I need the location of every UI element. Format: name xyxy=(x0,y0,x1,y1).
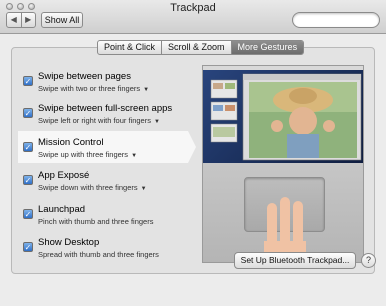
gesture-description: Swipe with two or three fingers xyxy=(38,84,141,93)
toolbar: Trackpad ◀ ▶ Show All xyxy=(0,0,386,34)
gesture-title: App Exposé xyxy=(38,170,90,181)
chevron-down-icon[interactable]: ▼ xyxy=(141,186,147,192)
gesture-description-menu[interactable]: Swipe with two or three fingers ▼ xyxy=(38,84,149,93)
gesture-title: Launchpad xyxy=(38,204,86,215)
gesture-preview xyxy=(202,65,364,263)
setup-bluetooth-trackpad-button[interactable]: Set Up Bluetooth Trackpad... xyxy=(234,252,356,269)
gesture-description: Swipe down with three fingers xyxy=(38,183,138,192)
navigation-buttons: ◀ ▶ xyxy=(6,12,36,28)
gesture-description-menu[interactable]: Swipe down with three fingers ▼ xyxy=(38,183,147,192)
gesture-description: Spread with thumb and three fingers xyxy=(38,250,159,259)
show-all-button[interactable]: Show All xyxy=(41,12,83,28)
chevron-down-icon[interactable]: ▼ xyxy=(154,119,160,125)
gesture-show-desktop[interactable]: ✓ Show Desktop Spread with thumb and thr… xyxy=(22,235,202,263)
checkbox[interactable]: ✓ xyxy=(23,108,33,118)
checkbox[interactable]: ✓ xyxy=(23,175,33,185)
fingers-illustration xyxy=(264,197,306,262)
checkbox[interactable]: ✓ xyxy=(23,242,33,252)
gesture-description-menu[interactable]: Swipe left or right with four fingers ▼ xyxy=(38,116,160,125)
gesture-launchpad[interactable]: ✓ Launchpad Pinch with thumb and three f… xyxy=(22,202,202,230)
gesture-mission-control[interactable]: ✓ Mission Control Swipe up with three fi… xyxy=(22,135,202,163)
tab-scroll-zoom[interactable]: Scroll & Zoom xyxy=(161,41,231,54)
help-button[interactable]: ? xyxy=(361,253,376,268)
gesture-swipe-between-full-screen-apps[interactable]: ✓ Swipe between full-screen apps Swipe l… xyxy=(22,101,202,129)
gesture-title: Mission Control xyxy=(38,137,104,148)
gesture-title: Swipe between full-screen apps xyxy=(38,103,173,114)
tab-point-click[interactable]: Point & Click xyxy=(98,41,161,54)
chevron-down-icon[interactable]: ▼ xyxy=(143,87,149,93)
gesture-title: Show Desktop xyxy=(38,237,100,248)
checkbox[interactable]: ✓ xyxy=(23,209,33,219)
gesture-description: Swipe left or right with four fingers xyxy=(38,116,151,125)
back-button[interactable]: ◀ xyxy=(7,13,21,27)
gesture-description: Pinch with thumb and three fingers xyxy=(38,217,154,226)
tab-more-gestures[interactable]: More Gestures xyxy=(230,41,304,54)
gesture-swipe-between-pages[interactable]: ✓ Swipe between pages Swipe with two or … xyxy=(22,69,202,97)
checkbox[interactable]: ✓ xyxy=(23,142,33,152)
gesture-description-menu[interactable]: Swipe up with three fingers ▼ xyxy=(38,150,137,159)
chevron-down-icon[interactable]: ▼ xyxy=(131,153,137,159)
checkbox[interactable]: ✓ xyxy=(23,76,33,86)
mission-control-illustration xyxy=(203,66,363,161)
search-input[interactable] xyxy=(292,12,380,28)
preview-screen xyxy=(203,66,363,163)
tab-bar: Point & Click Scroll & Zoom More Gesture… xyxy=(97,40,305,55)
gesture-app-expose[interactable]: ✓ App Exposé Swipe down with three finge… xyxy=(22,168,202,196)
gesture-title: Swipe between pages xyxy=(38,71,131,82)
trackpad-illustration xyxy=(203,163,363,262)
gesture-description: Swipe up with three fingers xyxy=(38,150,129,159)
forward-button[interactable]: ▶ xyxy=(20,13,36,27)
